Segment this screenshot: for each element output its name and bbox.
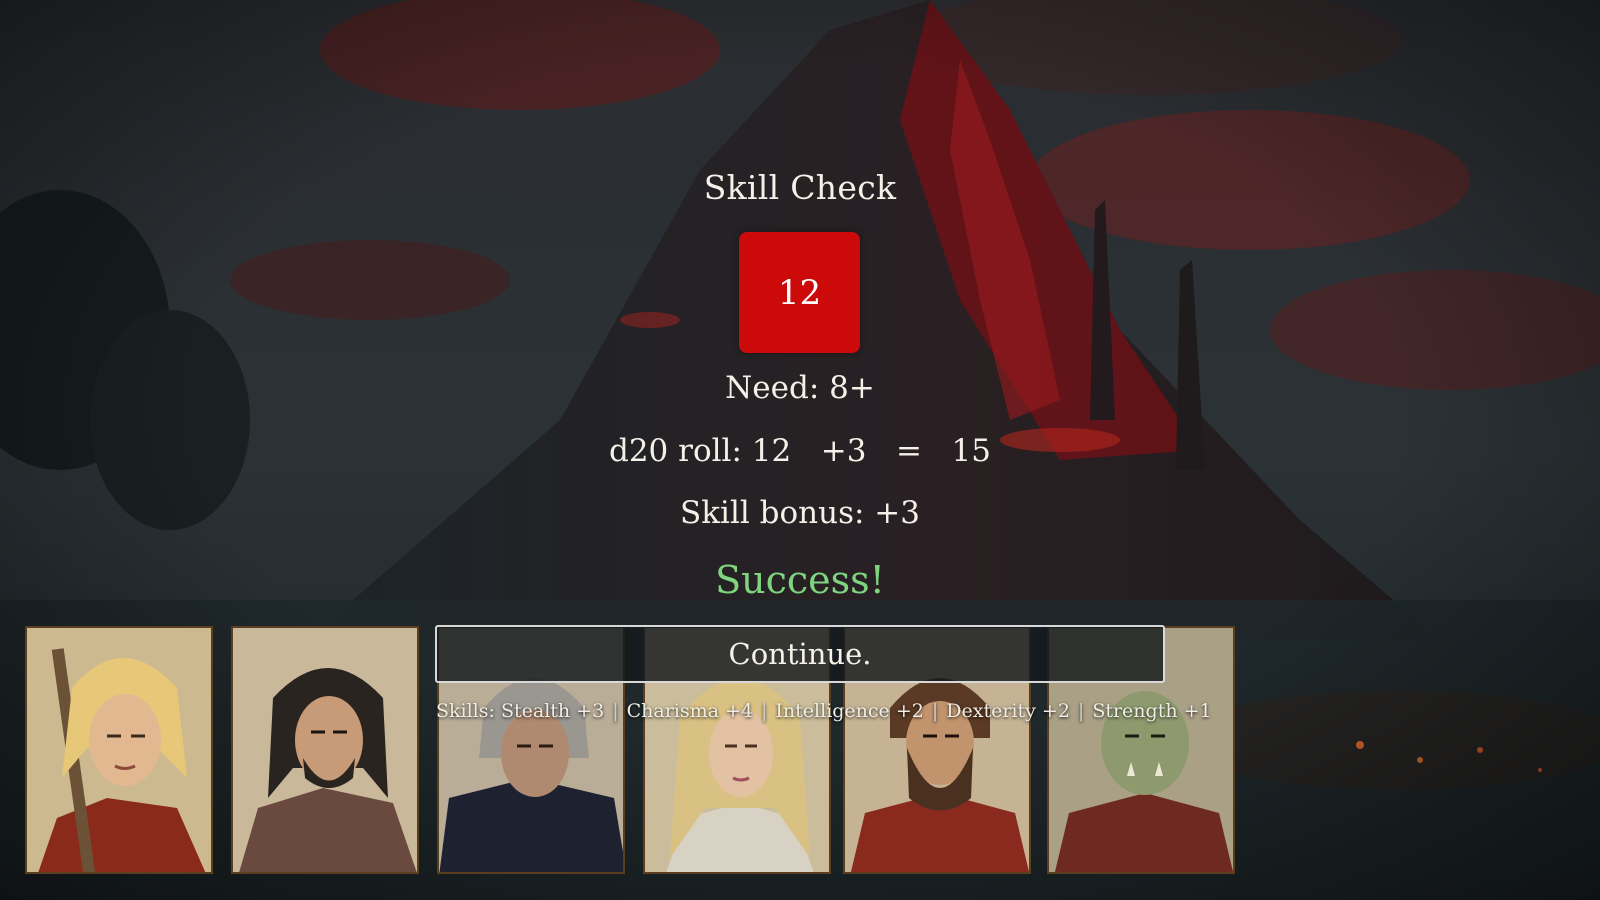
skills-summary: Skills: Stealth +3 | Charisma +4 | Intellige…	[436, 700, 1212, 722]
skill-separator: |	[761, 700, 768, 722]
skills-prefix: Skills:	[436, 700, 495, 722]
skill-strength: Strength +1	[1092, 700, 1212, 722]
skill-separator: |	[1077, 700, 1085, 722]
continue-button[interactable]: Continue.	[435, 625, 1165, 683]
dark-haired-ranger-portrait[interactable]	[231, 626, 419, 874]
skill-intelligence: Intelligence +2	[775, 700, 924, 722]
skill-separator: |	[931, 700, 939, 722]
skill-stealth: Stealth +3	[500, 700, 605, 722]
skill-check-title: Skill Check	[703, 168, 897, 207]
need-target-text: Need: 8+	[725, 370, 875, 406]
skill-dexterity: Dexterity +2	[946, 700, 1070, 722]
skill-charisma: Charisma +4	[626, 700, 754, 722]
skill-separator: |	[612, 700, 619, 722]
d20-die-result: 12	[739, 232, 860, 353]
roll-calculation-text: d20 roll: 12 +3 = 15	[608, 433, 991, 469]
blonde-swordsman-portrait[interactable]	[25, 626, 213, 874]
skill-bonus-text: Skill bonus: +3	[680, 495, 920, 531]
result-success-text: Success!	[715, 558, 885, 602]
